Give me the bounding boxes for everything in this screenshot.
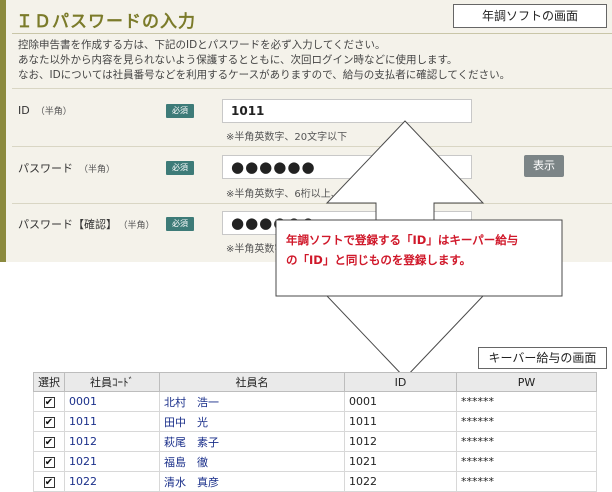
col-header-employee-name: 社員名 — [159, 372, 345, 392]
callout-line-2: の「ID」と同じものを登録します。 — [286, 253, 472, 267]
employee-id: 1012 — [344, 431, 457, 452]
select-checkbox[interactable]: ✔ — [43, 456, 55, 468]
employee-name: 萩尾 素子 — [159, 431, 345, 452]
employee-name: 田中 光 — [159, 411, 345, 432]
table-row[interactable]: ✔ 1012 萩尾 素子 1012 ****** — [33, 431, 597, 452]
col-header-employee-code: 社員ｺｰﾄﾞ — [64, 372, 160, 392]
table-row[interactable]: ✔ 1011 田中 光 1011 ****** — [33, 411, 597, 432]
employee-pw: ****** — [456, 431, 597, 452]
employee-name: 北村 浩一 — [159, 391, 345, 412]
employee-pw: ****** — [456, 471, 597, 492]
table-row[interactable]: ✔ 1022 清水 真彦 1022 ****** — [33, 471, 597, 492]
callout-text: 年調ソフトで登録する「ID」はキーパー給与 の「ID」と同じものを登録します。 — [286, 230, 556, 270]
table-row[interactable]: ✔ 1021 福島 徹 1021 ****** — [33, 451, 597, 472]
employee-code: 1012 — [64, 431, 160, 452]
table-header-row: 選択 社員ｺｰﾄﾞ 社員名 ID PW — [33, 372, 597, 392]
select-checkbox[interactable]: ✔ — [43, 396, 55, 408]
employee-name: 福島 徹 — [159, 451, 345, 472]
employee-code: 1011 — [64, 411, 160, 432]
col-header-pw: PW — [456, 372, 597, 392]
employee-code: 1022 — [64, 471, 160, 492]
employee-pw: ****** — [456, 391, 597, 412]
employee-table: 選択 社員ｺｰﾄﾞ 社員名 ID PW ✔ 0001 北村 浩一 0001 **… — [33, 372, 597, 492]
select-checkbox[interactable]: ✔ — [43, 476, 55, 488]
callout-line-1: 年調ソフトで登録する「ID」はキーパー給与 — [286, 233, 519, 247]
employee-name: 清水 真彦 — [159, 471, 345, 492]
select-checkbox[interactable]: ✔ — [43, 436, 55, 448]
employee-id: 1011 — [344, 411, 457, 432]
table-row[interactable]: ✔ 0001 北村 浩一 0001 ****** — [33, 391, 597, 412]
employee-pw: ****** — [456, 451, 597, 472]
employee-id: 0001 — [344, 391, 457, 412]
col-header-id: ID — [344, 372, 457, 392]
employee-id: 1021 — [344, 451, 457, 472]
employee-code: 1021 — [64, 451, 160, 472]
employee-code: 0001 — [64, 391, 160, 412]
col-header-select: 選択 — [33, 372, 65, 392]
caption-keeper-screen: キーバー給与の画面 — [478, 347, 607, 369]
employee-pw: ****** — [456, 411, 597, 432]
employee-id: 1022 — [344, 471, 457, 492]
select-checkbox[interactable]: ✔ — [43, 416, 55, 428]
